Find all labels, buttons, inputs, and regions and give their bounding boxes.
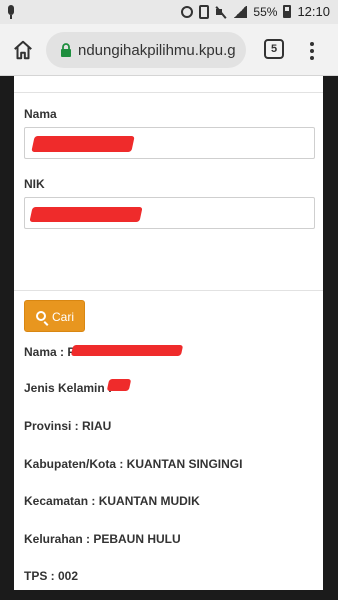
mic-icon (8, 5, 14, 19)
result-tps: TPS : 002 (24, 569, 79, 583)
redaction-mark (31, 136, 135, 152)
redaction-mark (29, 207, 143, 222)
redaction-mark (106, 379, 132, 391)
signal-icon (233, 5, 248, 18)
nama-input[interactable] (24, 127, 315, 159)
battery-icon (283, 5, 292, 18)
search-button[interactable]: Cari (24, 300, 85, 332)
home-icon[interactable] (12, 39, 34, 61)
vibrate-icon (199, 4, 210, 19)
clock: 12:10 (297, 4, 330, 19)
browser-toolbar: ndungihakpilihmu.kpu.g 5 (0, 24, 338, 76)
lock-icon (60, 43, 72, 57)
result-kabupaten: Kabupaten/Kota : KUANTAN SINGINGI (24, 457, 243, 471)
status-icons: 55% 12:10 (181, 4, 330, 19)
redaction-mark (70, 345, 184, 356)
bottom-edge (0, 590, 338, 600)
url-text: ndungihakpilihmu.kpu.g (78, 42, 236, 59)
address-bar[interactable]: ndungihakpilihmu.kpu.g (46, 32, 246, 68)
result-jenis-kelamin: Jenis Kelamin : (24, 381, 113, 395)
result-nama: Nama : P (24, 345, 76, 359)
result-kelurahan: Kelurahan : PEBAUN HULU (24, 532, 181, 546)
page-content: Nama NIK Cari Nama : P Jenis Kelamin : P… (14, 76, 323, 590)
result-kecamatan: Kecamatan : KUANTAN MUDIK (24, 494, 200, 508)
alarm-icon (181, 5, 194, 18)
mute-icon (215, 6, 227, 18)
search-button-label: Cari (52, 310, 75, 324)
divider (14, 290, 323, 291)
tabs-icon[interactable]: 5 (264, 39, 284, 59)
menu-icon[interactable] (305, 39, 319, 61)
status-bar: 55% 12:10 (0, 0, 338, 24)
battery-percent: 55% (253, 4, 278, 19)
nama-label: Nama (24, 107, 57, 121)
result-provinsi: Provinsi : RIAU (24, 419, 112, 433)
divider (14, 92, 323, 93)
search-icon (36, 311, 46, 321)
nik-label: NIK (24, 177, 45, 191)
nik-input[interactable] (24, 197, 315, 229)
